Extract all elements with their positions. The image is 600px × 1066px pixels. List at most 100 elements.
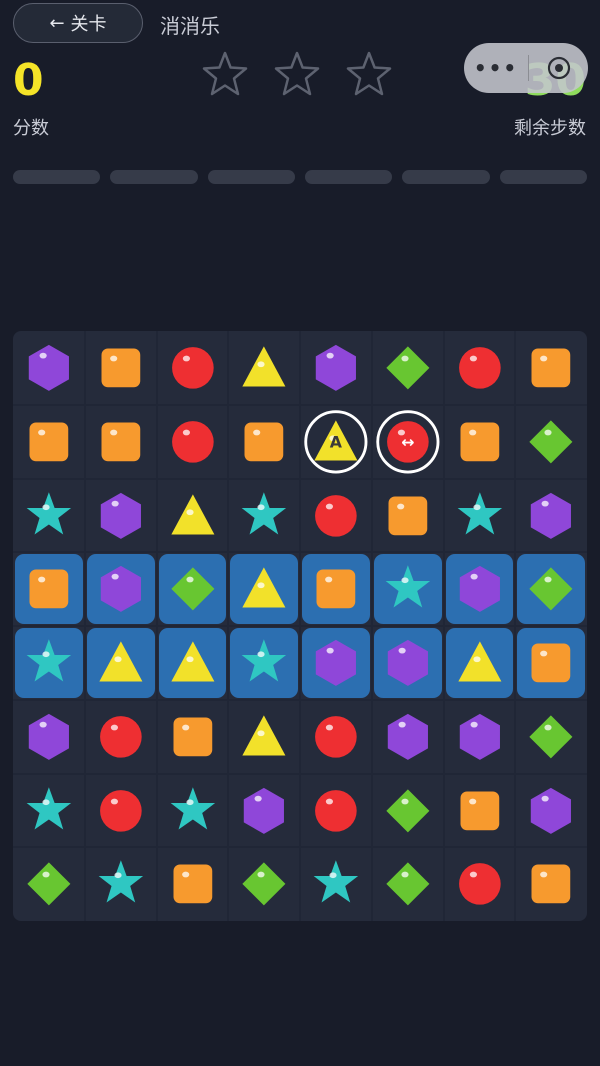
cyan-star-gem[interactable] — [444, 479, 516, 553]
board-cell[interactable] — [444, 552, 516, 626]
cyan-star-gem[interactable] — [13, 626, 85, 700]
board-cell[interactable] — [372, 847, 444, 921]
purple-hexagon-gem[interactable] — [444, 552, 516, 626]
board-cell[interactable] — [85, 552, 157, 626]
cyan-star-gem[interactable] — [228, 626, 300, 700]
green-diamond-gem[interactable] — [515, 700, 587, 774]
board-cell[interactable]: A — [300, 405, 372, 479]
orange-square-gem[interactable] — [157, 700, 229, 774]
red-circle-gem[interactable] — [300, 774, 372, 848]
board-cell[interactable] — [228, 626, 300, 700]
more-dots-icon[interactable]: ••• — [464, 56, 528, 80]
purple-hexagon-gem[interactable] — [515, 479, 587, 553]
orange-square-gem[interactable] — [85, 331, 157, 405]
orange-square-gem[interactable] — [300, 552, 372, 626]
yellow-triangle-gem[interactable] — [85, 626, 157, 700]
board-cell[interactable] — [300, 700, 372, 774]
board-cell[interactable] — [228, 847, 300, 921]
board-cell[interactable] — [515, 331, 587, 405]
target-close-icon[interactable] — [529, 55, 588, 81]
board-cell[interactable] — [228, 700, 300, 774]
yellow-triangle-gem[interactable] — [157, 626, 229, 700]
board-cell[interactable] — [300, 847, 372, 921]
board-cell[interactable] — [444, 700, 516, 774]
red-circle-gem[interactable] — [157, 331, 229, 405]
board-cell[interactable] — [157, 479, 229, 553]
board-cell[interactable] — [157, 847, 229, 921]
red-circle-gem[interactable] — [444, 331, 516, 405]
yellow-triangle-gem[interactable] — [157, 479, 229, 553]
purple-hexagon-gem[interactable] — [300, 331, 372, 405]
orange-square-gem[interactable] — [515, 626, 587, 700]
orange-square-gem[interactable] — [13, 552, 85, 626]
green-diamond-gem[interactable] — [372, 774, 444, 848]
special-yellow-triangle-gem[interactable]: A — [300, 405, 372, 479]
board-cell[interactable] — [300, 331, 372, 405]
board-cell[interactable] — [85, 479, 157, 553]
red-circle-gem[interactable] — [444, 847, 516, 921]
purple-hexagon-gem[interactable] — [228, 774, 300, 848]
board-cell[interactable] — [515, 552, 587, 626]
board-cell[interactable] — [515, 405, 587, 479]
red-circle-gem[interactable] — [85, 700, 157, 774]
board-cell[interactable] — [515, 700, 587, 774]
board-cell[interactable] — [515, 774, 587, 848]
board-cell[interactable] — [372, 479, 444, 553]
purple-hexagon-gem[interactable] — [13, 331, 85, 405]
board-cell[interactable] — [85, 405, 157, 479]
orange-square-gem[interactable] — [444, 774, 516, 848]
board-cell[interactable] — [157, 405, 229, 479]
green-diamond-gem[interactable] — [372, 847, 444, 921]
board-cell[interactable] — [444, 626, 516, 700]
board-cell[interactable] — [13, 847, 85, 921]
orange-square-gem[interactable] — [13, 405, 85, 479]
green-diamond-gem[interactable] — [228, 847, 300, 921]
green-diamond-gem[interactable] — [13, 847, 85, 921]
orange-square-gem[interactable] — [444, 405, 516, 479]
board-cell[interactable] — [157, 774, 229, 848]
board-cell[interactable] — [228, 405, 300, 479]
orange-square-gem[interactable] — [515, 847, 587, 921]
red-circle-gem[interactable] — [300, 479, 372, 553]
yellow-triangle-gem[interactable] — [228, 700, 300, 774]
red-circle-gem[interactable] — [85, 774, 157, 848]
purple-hexagon-gem[interactable] — [85, 479, 157, 553]
green-diamond-gem[interactable] — [372, 331, 444, 405]
board-cell[interactable]: ↔ — [372, 405, 444, 479]
board-cell[interactable] — [157, 552, 229, 626]
board-cell[interactable] — [228, 479, 300, 553]
orange-square-gem[interactable] — [157, 847, 229, 921]
board-cell[interactable] — [300, 479, 372, 553]
purple-hexagon-gem[interactable] — [444, 700, 516, 774]
green-diamond-gem[interactable] — [515, 405, 587, 479]
board-cell[interactable] — [85, 847, 157, 921]
board-cell[interactable] — [300, 552, 372, 626]
purple-hexagon-gem[interactable] — [372, 626, 444, 700]
board-cell[interactable] — [372, 700, 444, 774]
board-cell[interactable] — [157, 626, 229, 700]
board-cell[interactable] — [372, 774, 444, 848]
purple-hexagon-gem[interactable] — [300, 626, 372, 700]
green-diamond-gem[interactable] — [515, 552, 587, 626]
board-cell[interactable] — [13, 700, 85, 774]
yellow-triangle-gem[interactable] — [444, 626, 516, 700]
cyan-star-gem[interactable] — [228, 479, 300, 553]
board-cell[interactable] — [85, 700, 157, 774]
yellow-triangle-gem[interactable] — [228, 331, 300, 405]
green-diamond-gem[interactable] — [157, 552, 229, 626]
board-cell[interactable] — [85, 331, 157, 405]
board-cell[interactable] — [13, 405, 85, 479]
orange-square-gem[interactable] — [372, 479, 444, 553]
board-cell[interactable] — [300, 626, 372, 700]
special-red-circle-gem[interactable]: ↔ — [372, 405, 444, 479]
board-cell[interactable] — [13, 552, 85, 626]
board-cell[interactable] — [300, 774, 372, 848]
purple-hexagon-gem[interactable] — [515, 774, 587, 848]
orange-square-gem[interactable] — [515, 331, 587, 405]
board-cell[interactable] — [372, 331, 444, 405]
cyan-star-gem[interactable] — [13, 774, 85, 848]
board-cell[interactable] — [85, 626, 157, 700]
board-cell[interactable] — [13, 626, 85, 700]
back-to-levels-button[interactable]: ← 关卡 — [13, 3, 143, 43]
board-cell[interactable] — [228, 774, 300, 848]
